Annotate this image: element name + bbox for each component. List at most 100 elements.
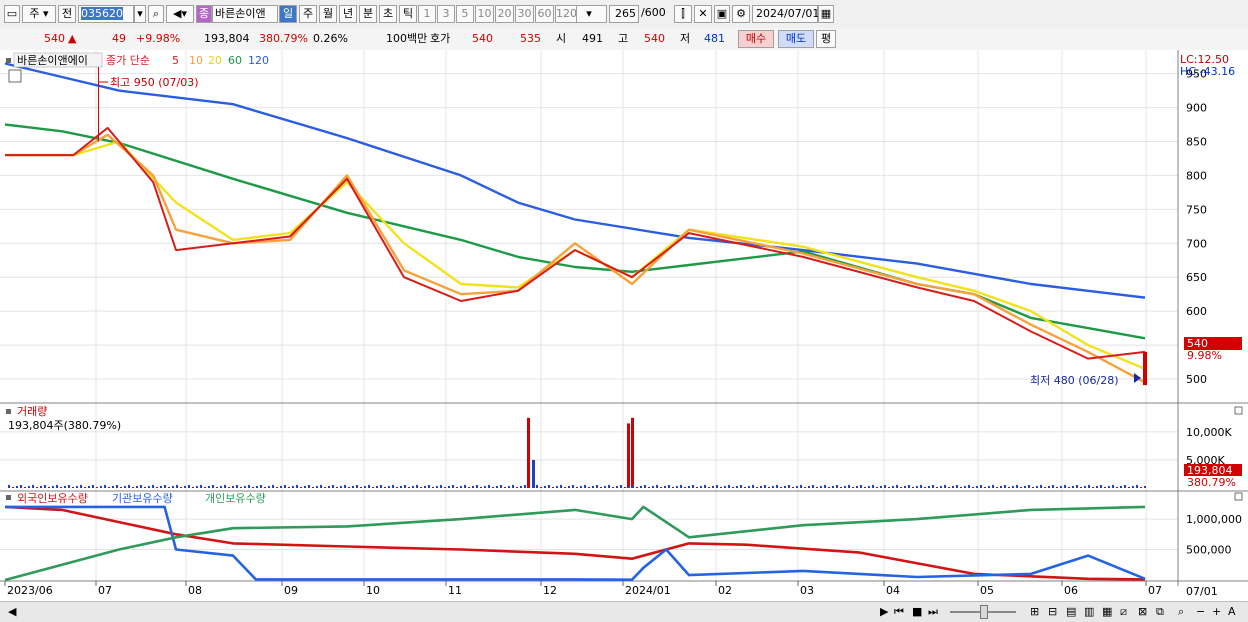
- prev-button[interactable]: 전: [58, 5, 76, 23]
- range-input[interactable]: 265: [609, 5, 639, 23]
- volume-bar: [572, 485, 574, 488]
- volume-bar: [264, 487, 266, 488]
- line-icon[interactable]: ⧄: [1120, 604, 1127, 620]
- volume-bar: [124, 486, 126, 488]
- current-price: 540: [44, 32, 65, 45]
- volume-bar: [1032, 487, 1034, 488]
- volume-bar: [736, 486, 738, 488]
- interval-tab-6[interactable]: 60: [535, 5, 554, 23]
- volume-bar: [700, 486, 702, 488]
- interval-tab-7[interactable]: 120: [555, 5, 577, 23]
- volume-bar: [692, 485, 694, 488]
- period-tab-0[interactable]: 일: [279, 5, 297, 23]
- volume-bar: [536, 485, 538, 488]
- gear-icon[interactable]: ⚙: [732, 5, 750, 23]
- interval-tab-0[interactable]: 1: [418, 5, 436, 23]
- speaker-icon[interactable]: ◀▾: [166, 5, 194, 23]
- cross-icon[interactable]: ⊠: [1138, 604, 1147, 620]
- calendar-icon[interactable]: ▦: [818, 5, 834, 23]
- code-dropdown-icon[interactable]: ▾: [134, 5, 146, 23]
- chart-icon[interactable]: ▥: [1084, 604, 1094, 620]
- volume-pane-close-icon[interactable]: [1234, 406, 1243, 415]
- zoom-slider-thumb[interactable]: [980, 605, 988, 619]
- volume-bar: [236, 485, 238, 488]
- forward-icon[interactable]: ⏭: [928, 604, 938, 620]
- date-input[interactable]: 2024/07/01: [752, 5, 819, 23]
- volume-spike: [527, 417, 530, 488]
- volume-bar: [104, 485, 106, 488]
- volume-bar: [664, 486, 666, 488]
- save-icon[interactable]: ▣: [714, 5, 730, 23]
- x-axis-label: 06: [1064, 584, 1078, 597]
- volume-bar: [1024, 486, 1026, 488]
- sell-button[interactable]: 매도: [778, 30, 814, 48]
- volume-bar: [1140, 487, 1142, 488]
- scroll-left-icon[interactable]: ◀: [8, 604, 16, 620]
- volume-bar: [808, 486, 810, 488]
- table-icon[interactable]: [8, 69, 22, 83]
- period-tab-5[interactable]: 초: [379, 5, 397, 23]
- grid-icon[interactable]: ⊟: [1048, 604, 1057, 620]
- scroll-right-icon[interactable]: ▶: [880, 604, 888, 620]
- volume-bar: [932, 485, 934, 488]
- fit-icon[interactable]: ⊞: [1030, 604, 1039, 620]
- ask-price-1: 540: [472, 32, 493, 45]
- volume-bar: [1028, 485, 1030, 488]
- search-icon[interactable]: ⌕: [148, 5, 164, 23]
- chart-area[interactable]: 500550600650700750800850900950 5,000K10,…: [0, 50, 1248, 601]
- zoom-icon[interactable]: ⌕: [1178, 604, 1184, 620]
- volume-legend-handle-icon[interactable]: [6, 409, 11, 414]
- price-tag-pct: 9.98%: [1187, 349, 1222, 362]
- volume-bar: [840, 487, 842, 488]
- volume-bar: [832, 486, 834, 488]
- rewind-icon[interactable]: ⏮: [894, 604, 904, 620]
- scroll-bar[interactable]: ◀ ▶ ⏮ ■ ⏭ ⊞ ⊟ ▤ ▥ ▦ ⧄ ⊠ ⧉ ⌕ − + A: [0, 601, 1248, 622]
- interval-tab-2[interactable]: 5: [456, 5, 474, 23]
- period-tab-2[interactable]: 월: [319, 5, 337, 23]
- layout-icon[interactable]: ▤: [1066, 604, 1076, 620]
- volume-bar: [136, 486, 138, 488]
- volume-bar: [376, 486, 378, 488]
- period-tab-6[interactable]: 틱: [399, 5, 417, 23]
- volume-bar: [432, 487, 434, 488]
- interval-tab-1[interactable]: 3: [437, 5, 455, 23]
- period-tab-1[interactable]: 주: [299, 5, 317, 23]
- volume-bar: [388, 486, 390, 488]
- volume-bar: [452, 485, 454, 488]
- period-tab-3[interactable]: 년: [339, 5, 357, 23]
- market-type-select[interactable]: 주 ▾: [22, 5, 56, 23]
- candle-icon[interactable]: ⫿: [674, 5, 692, 23]
- volume-bar: [1052, 485, 1054, 488]
- interval-tab-3[interactable]: 10: [475, 5, 494, 23]
- stock-code-input[interactable]: 035620: [78, 5, 134, 23]
- volume-readout: 193,804주(380.79%): [8, 419, 121, 432]
- period-tab-4[interactable]: 분: [359, 5, 377, 23]
- volume-bar: [444, 487, 446, 488]
- low-label: 저: [680, 32, 691, 45]
- volume-bar: [756, 487, 758, 488]
- interval-tab-4[interactable]: 20: [495, 5, 514, 23]
- font-icon[interactable]: A: [1228, 604, 1236, 620]
- volume-bar: [12, 487, 14, 488]
- split-icon[interactable]: ▦: [1102, 604, 1112, 620]
- interval-tab-5[interactable]: 30: [515, 5, 534, 23]
- stop-icon[interactable]: ■: [912, 604, 922, 620]
- stock-name: 바른손이앤: [212, 5, 278, 23]
- zoom-out-icon[interactable]: −: [1196, 604, 1205, 620]
- buy-button[interactable]: 매수: [738, 30, 774, 48]
- volume-bar: [992, 485, 994, 488]
- volume-bar: [368, 485, 370, 488]
- compare-icon[interactable]: ⧉: [1156, 604, 1164, 620]
- holdings-pane-close-icon[interactable]: [1234, 492, 1243, 501]
- volume-bar: [284, 485, 286, 488]
- volume-bar: [1064, 485, 1066, 488]
- avg-button[interactable]: 평: [816, 30, 836, 48]
- zoom-in-icon[interactable]: +: [1212, 604, 1221, 620]
- volume-bar: [848, 485, 850, 488]
- volume-bar: [276, 487, 278, 488]
- window-icon[interactable]: ▭: [4, 5, 20, 23]
- volume-spike: [627, 423, 630, 488]
- holdings-legend-handle-icon[interactable]: [6, 495, 11, 500]
- tool-icon[interactable]: ✕: [694, 5, 712, 23]
- legend-handle-icon[interactable]: [6, 58, 11, 63]
